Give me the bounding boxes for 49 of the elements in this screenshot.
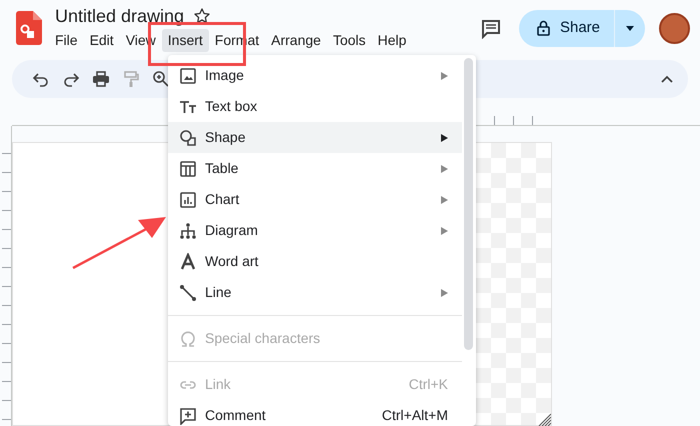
avatar[interactable] [659,12,690,44]
line-icon [179,284,197,302]
shapes-icon [179,128,197,146]
menu-item-label: Table [205,159,240,178]
lock-icon [536,20,550,36]
menu-item-label: Link [205,375,232,394]
omega-icon [179,330,197,348]
document-title[interactable]: Untitled drawing [55,4,184,26]
comment-add-icon [179,406,197,424]
image-icon [179,66,197,84]
menu-bar-item[interactable]: Tools [326,28,372,52]
menu-item-label: Text box [205,97,258,116]
shortcut-label: Ctrl+Alt+M [382,406,448,425]
table-icon [179,160,197,178]
chart-icon [179,190,197,208]
drawing-logo-icon[interactable] [16,11,42,45]
menu-item[interactable]: Diagram [168,215,462,246]
menu-bar-item[interactable]: Arrange [265,28,327,52]
chevron-up-icon[interactable] [660,74,674,84]
letter-icon [179,252,197,270]
menu-item-label: Image [205,66,245,85]
menu-item-label: Line [205,283,232,302]
print-icon[interactable] [92,70,110,88]
menu-item-label: Shape [205,128,246,147]
comment-icon[interactable] [480,19,501,39]
menu-item[interactable]: Comment Ctrl+Alt+M [168,400,462,426]
menu-bar-item[interactable]: Help [372,28,412,52]
menu-item[interactable]: Word art [168,246,462,277]
menu-item[interactable]: Line [168,277,462,308]
menu-item-label: Comment [205,406,267,425]
star-icon[interactable] [194,8,210,24]
hierarchy-icon [179,222,197,240]
menu-bar-item[interactable]: Insert [162,28,209,52]
menu-item[interactable]: Chart [168,184,462,215]
zoom-icon[interactable] [152,70,170,88]
menu-item[interactable]: Text box [168,91,462,122]
resize-handle-icon[interactable] [538,413,551,426]
menu-item[interactable]: Shape [168,122,462,153]
menu-item-label: Diagram [205,221,259,240]
menu-item-label: Word art [205,252,260,271]
menu-bar-item[interactable]: Edit [84,28,120,52]
menu-item[interactable]: Table [168,153,462,184]
menu-item[interactable]: Image [168,60,462,91]
caret-icon [626,26,634,30]
menu-item-label: Chart [205,190,240,209]
menu-bar-item[interactable]: File [49,28,84,52]
menu-item-label: Special characters [205,329,322,348]
shortcut-label: Ctrl+K [408,375,448,394]
menu-scrollbar[interactable] [464,58,473,350]
